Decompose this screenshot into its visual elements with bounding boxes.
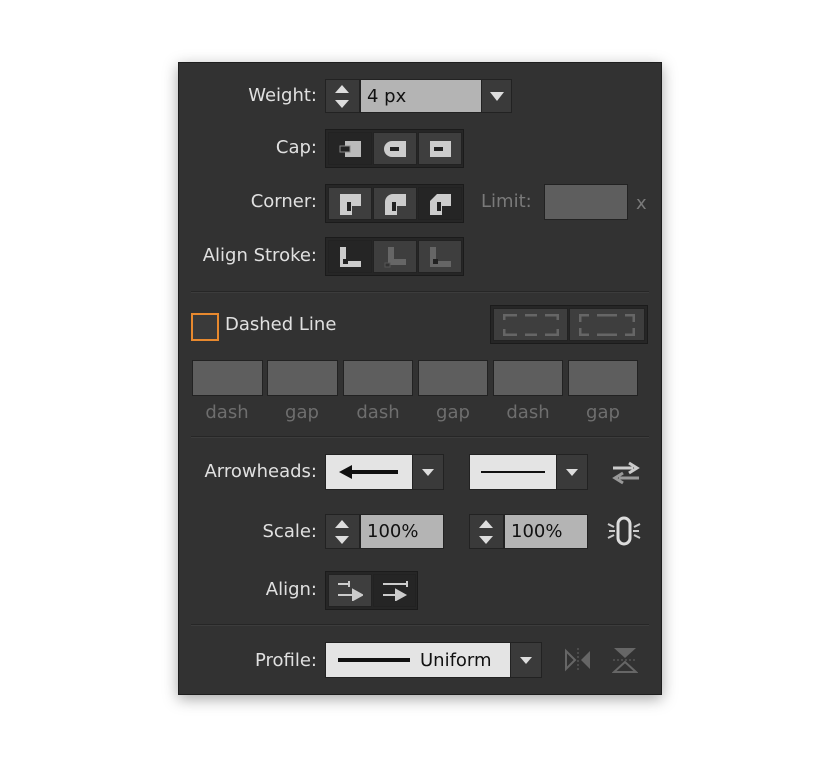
chevron-down-icon xyxy=(566,468,578,476)
chevron-down-icon xyxy=(520,656,532,664)
gap-label: gap xyxy=(285,402,319,423)
projecting-cap-button[interactable] xyxy=(418,132,462,165)
align-label: Align: xyxy=(265,579,317,600)
weight-stepper[interactable] xyxy=(325,79,360,113)
butt-cap-icon xyxy=(339,140,361,157)
align-inside-button[interactable] xyxy=(373,240,417,273)
gap-input-2[interactable] xyxy=(418,360,488,396)
profile-label: Profile: xyxy=(254,650,317,671)
dash-label: dash xyxy=(356,402,400,423)
profile-dropdown[interactable] xyxy=(510,642,542,678)
divider xyxy=(191,436,649,438)
bevel-join-button[interactable] xyxy=(418,187,462,220)
uniform-profile-icon xyxy=(338,658,410,662)
dash-align-icon xyxy=(579,313,635,336)
round-cap-button[interactable] xyxy=(373,132,417,165)
arrow-extend-icon xyxy=(338,580,363,601)
limit-suffix: x xyxy=(636,193,647,214)
arrow-place-icon xyxy=(382,580,408,601)
butt-cap-button[interactable] xyxy=(328,132,372,165)
flip-vertical-icon[interactable] xyxy=(612,646,638,674)
end-scale-stepper[interactable] xyxy=(469,514,504,549)
chevron-down-icon xyxy=(489,91,504,101)
flip-horizontal-icon[interactable] xyxy=(564,647,592,673)
profile-value: Uniform xyxy=(420,649,492,671)
align-dash-corners-button[interactable] xyxy=(569,308,645,341)
preserve-dash-button[interactable] xyxy=(493,308,568,341)
miter-join-button[interactable] xyxy=(328,187,372,220)
start-arrowhead-select[interactable] xyxy=(325,454,413,490)
end-scale-input[interactable]: 100% xyxy=(504,514,588,549)
align-outside-icon xyxy=(430,246,451,267)
miter-join-icon xyxy=(340,193,361,215)
profile-select[interactable]: Uniform xyxy=(325,642,511,678)
swap-arrowheads-icon[interactable] xyxy=(611,460,641,486)
gap-label: gap xyxy=(436,402,470,423)
weight-label: Weight: xyxy=(248,85,317,106)
align-inside-icon xyxy=(384,246,406,267)
round-join-icon xyxy=(385,193,406,215)
stroke-panel: Weight: 4 px Cap: Corner: Limit: x Align… xyxy=(178,62,662,695)
dash-label: dash xyxy=(205,402,249,423)
dash-preserve-icon xyxy=(502,313,559,336)
divider xyxy=(191,291,649,293)
dash-label: dash xyxy=(506,402,550,423)
dash-input-3[interactable] xyxy=(493,360,563,396)
line-none-icon xyxy=(481,471,545,473)
gap-input-1[interactable] xyxy=(267,360,338,396)
gap-input-3[interactable] xyxy=(568,360,638,396)
cap-label: Cap: xyxy=(275,137,317,158)
dash-input-1[interactable] xyxy=(192,360,263,396)
dashed-line-label: Dashed Line xyxy=(225,314,337,335)
link-scale-icon[interactable] xyxy=(607,515,641,547)
limit-label: Limit: xyxy=(481,191,532,212)
align-stroke-label: Align Stroke: xyxy=(202,245,317,266)
chevron-down-icon xyxy=(422,468,434,476)
divider xyxy=(191,624,649,626)
align-center-button[interactable] xyxy=(328,240,372,273)
dashed-line-checkbox[interactable] xyxy=(191,313,219,341)
dash-input-2[interactable] xyxy=(343,360,413,396)
corner-label: Corner: xyxy=(250,191,317,212)
gap-label: gap xyxy=(586,402,620,423)
scale-label: Scale: xyxy=(262,521,318,542)
place-arrow-button[interactable] xyxy=(373,574,416,607)
extend-arrow-button[interactable] xyxy=(328,574,372,607)
align-outside-button[interactable] xyxy=(418,240,462,273)
start-scale-stepper[interactable] xyxy=(325,514,360,549)
start-arrowhead-dropdown[interactable] xyxy=(412,454,444,490)
limit-input[interactable] xyxy=(544,184,628,220)
round-cap-icon xyxy=(384,140,406,157)
end-arrowhead-select[interactable] xyxy=(469,454,557,490)
arrow-left-icon xyxy=(339,465,398,479)
align-center-icon xyxy=(340,246,361,267)
weight-dropdown-button[interactable] xyxy=(481,79,512,113)
weight-input[interactable]: 4 px xyxy=(360,79,482,113)
bevel-join-icon xyxy=(430,193,451,215)
start-scale-input[interactable]: 100% xyxy=(360,514,444,549)
arrowheads-label: Arrowheads: xyxy=(204,461,317,482)
round-join-button[interactable] xyxy=(373,187,417,220)
end-arrowhead-dropdown[interactable] xyxy=(556,454,588,490)
projecting-cap-icon xyxy=(430,140,451,157)
